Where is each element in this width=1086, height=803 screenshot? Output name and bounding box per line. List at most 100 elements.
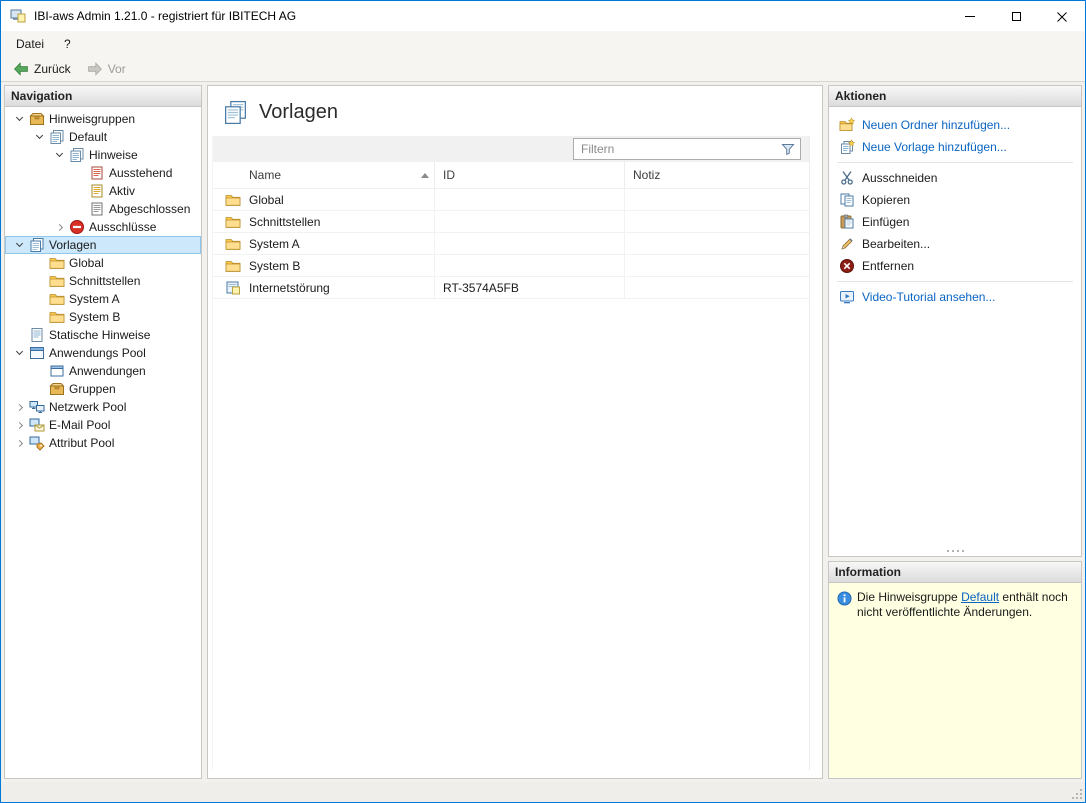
table-row[interactable]: System B (213, 255, 809, 277)
tree-item-attribut-pool[interactable]: Attribut Pool (5, 434, 201, 452)
tree-item-email-pool[interactable]: E-Mail Pool (5, 416, 201, 434)
tree-item-global[interactable]: Global (5, 254, 201, 272)
chevron-collapsed-icon[interactable] (11, 399, 27, 415)
tree-item-system-a[interactable]: System A (5, 290, 201, 308)
table-empty-area (213, 299, 809, 770)
cell-id (435, 211, 625, 232)
tree-item-label: Attribut Pool (49, 436, 114, 450)
action-bearbeiten[interactable]: Bearbeiten... (829, 233, 1081, 255)
tree-item-anwendungs-pool[interactable]: Anwendungs Pool (5, 344, 201, 362)
tree-item-label: Anwendungs Pool (49, 346, 146, 360)
window-title: IBI-aws Admin 1.21.0 - registriert für I… (34, 9, 296, 23)
maximize-button[interactable] (993, 1, 1039, 31)
chevron-expanded-icon[interactable] (11, 345, 27, 361)
minimize-button[interactable] (947, 1, 993, 31)
action-ausschneiden[interactable]: Ausschneiden (829, 167, 1081, 189)
cell-id: RT-3574A5FB (435, 277, 625, 298)
column-header-id[interactable]: ID (435, 162, 625, 188)
row-name-label: Global (249, 193, 284, 207)
cut-icon (839, 170, 855, 186)
chevron-collapsed-icon[interactable] (51, 219, 67, 235)
column-name-label: Name (249, 168, 281, 182)
menu-datei[interactable]: Datei (6, 33, 54, 55)
chevron-collapsed-icon[interactable] (11, 435, 27, 451)
active-icon (89, 183, 105, 199)
forward-button[interactable]: Vor (80, 59, 133, 79)
groups-icon (49, 381, 65, 397)
notes-icon (69, 147, 85, 163)
tree-item-aktiv[interactable]: Aktiv (5, 182, 201, 200)
cell-name: System A (213, 233, 435, 254)
chevron-spacer (31, 255, 47, 271)
close-icon (1057, 11, 1067, 21)
tree-item-default[interactable]: Default (5, 128, 201, 146)
row-name-label: System B (249, 259, 300, 273)
tree-item-system-b[interactable]: System B (5, 308, 201, 326)
chevron-spacer (11, 327, 27, 343)
tree-item-ausschluesse[interactable]: Ausschlüsse (5, 218, 201, 236)
action-kopieren[interactable]: Kopieren (829, 189, 1081, 211)
forward-arrow-icon (87, 61, 103, 77)
filter-funnel-icon[interactable] (780, 141, 796, 157)
chevron-expanded-icon[interactable] (51, 147, 67, 163)
templates-table: Name ID Notiz Global Schnittstellen System… (212, 136, 810, 770)
cell-id (435, 233, 625, 254)
tree-item-abgeschlossen[interactable]: Abgeschlossen (5, 200, 201, 218)
action-video-tutorial-ansehen[interactable]: Video-Tutorial ansehen... (829, 286, 1081, 308)
right-column: Aktionen Neuen Ordner hinzufügen...Neue … (828, 85, 1082, 779)
tree-item-ausstehend[interactable]: Ausstehend (5, 164, 201, 182)
filter-input[interactable] (574, 139, 780, 159)
navigation-panel: Navigation HinweisgruppenDefaultHinweise… (4, 85, 202, 779)
action-neuen-ordner-hinzufuegen[interactable]: Neuen Ordner hinzufügen... (829, 114, 1081, 136)
tree-item-schnittstellen[interactable]: Schnittstellen (5, 272, 201, 290)
window-controls (947, 1, 1085, 31)
splitter-handle[interactable] (829, 546, 1081, 556)
table-header-row: Name ID Notiz (213, 162, 809, 189)
action-entfernen[interactable]: Entfernen (829, 255, 1081, 277)
action-einfuegen[interactable]: Einfügen (829, 211, 1081, 233)
information-text: Die Hinweisgruppe Default enthält noch n… (857, 590, 1073, 620)
tree-item-label: Aktiv (109, 184, 135, 198)
action-neue-vorlage-hinzufuegen[interactable]: Neue Vorlage hinzufügen... (829, 136, 1081, 158)
column-header-name[interactable]: Name (213, 162, 435, 188)
table-row[interactable]: Schnittstellen (213, 211, 809, 233)
minimize-icon (965, 16, 975, 17)
chevron-expanded-icon[interactable] (11, 237, 27, 253)
action-label: Einfügen (862, 215, 909, 229)
tree-item-statische-hinweise[interactable]: Statische Hinweise (5, 326, 201, 344)
tree-item-hinweise[interactable]: Hinweise (5, 146, 201, 164)
group-box-icon (29, 111, 45, 127)
chevron-expanded-icon[interactable] (31, 129, 47, 145)
tree-item-netzwerk-pool[interactable]: Netzwerk Pool (5, 398, 201, 416)
row-name-label: Internetstörung (249, 281, 330, 295)
apppool-icon (29, 345, 45, 361)
column-header-notiz[interactable]: Notiz (625, 162, 809, 188)
table-row[interactable]: System A (213, 233, 809, 255)
menu-bar: Datei ? (1, 31, 1085, 57)
cell-notiz (625, 233, 809, 254)
tree-item-label: Abgeschlossen (109, 202, 190, 216)
table-row[interactable]: Internetstörung RT-3574A5FB (213, 277, 809, 299)
chevron-collapsed-icon[interactable] (11, 417, 27, 433)
chevron-spacer (71, 201, 87, 217)
default-group-link[interactable]: Default (961, 590, 999, 604)
tree-item-label: Default (69, 130, 107, 144)
back-button[interactable]: Zurück (6, 59, 78, 79)
tree-item-anwendungen[interactable]: Anwendungen (5, 362, 201, 380)
tree-item-label: Ausschlüsse (89, 220, 156, 234)
templates-icon (29, 237, 45, 253)
vorlagen-page-icon (222, 99, 249, 126)
folder-icon (225, 214, 241, 230)
table-row[interactable]: Global (213, 189, 809, 211)
delete-icon (839, 258, 855, 274)
network-icon (29, 399, 45, 415)
chevron-spacer (31, 381, 47, 397)
tree-item-vorlagen[interactable]: Vorlagen (5, 236, 201, 254)
menu-help[interactable]: ? (54, 33, 81, 55)
chevron-expanded-icon[interactable] (11, 111, 27, 127)
tree-item-gruppen[interactable]: Gruppen (5, 380, 201, 398)
resize-grip[interactable] (1070, 787, 1084, 801)
tree-item-hinweisgruppen[interactable]: Hinweisgruppen (5, 110, 201, 128)
row-name-label: Schnittstellen (249, 215, 320, 229)
close-button[interactable] (1039, 1, 1085, 31)
